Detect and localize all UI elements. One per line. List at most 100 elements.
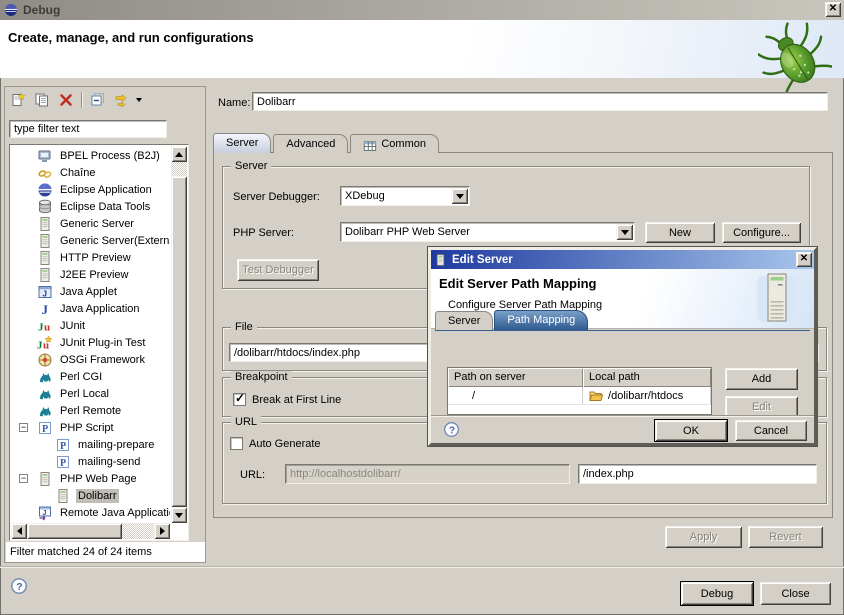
collapse-toggle[interactable]: − — [19, 423, 28, 432]
eclipse-sphere-icon — [37, 182, 53, 198]
server-icon — [55, 488, 71, 504]
tree-item-junit-plug-in-test[interactable]: JUnit Plug-in Test — [11, 334, 170, 351]
delete-configuration-button[interactable] — [55, 90, 77, 110]
php-server-label: PHP Server: — [233, 227, 294, 239]
combo-dropdown-icon[interactable] — [616, 224, 633, 240]
server-icon — [37, 471, 53, 487]
apply-button[interactable]: Apply — [665, 526, 742, 548]
vscroll-thumb[interactable] — [171, 176, 187, 507]
scroll-up-button[interactable] — [171, 146, 187, 162]
configure-server-button[interactable]: Configure... — [722, 222, 801, 243]
tree-item-label: Generic Server(External La — [58, 234, 170, 248]
tree-item-mailing-send[interactable]: mailing-send — [11, 453, 170, 470]
tree-item-generic-server-external-la[interactable]: Generic Server(External La — [11, 232, 170, 249]
tree-item-dolibarr[interactable]: Dolibarr — [11, 487, 170, 504]
hscroll-thumb[interactable] — [27, 523, 122, 539]
tree-item-php-web-page[interactable]: −PHP Web Page — [11, 470, 170, 487]
tree-item-mailing-prepare[interactable]: mailing-prepare — [11, 436, 170, 453]
tree-item-perl-remote[interactable]: Perl Remote — [11, 402, 170, 419]
path-mapping-table[interactable]: Path on server Local path / /dolibarr/ht… — [447, 367, 712, 415]
close-button[interactable]: Close — [760, 582, 831, 605]
tree-item-java-applet[interactable]: Java Applet — [11, 283, 170, 300]
configuration-name-input[interactable] — [252, 92, 828, 111]
duplicate-configuration-button[interactable] — [31, 90, 53, 110]
tree-item-junit[interactable]: JUnit — [11, 317, 170, 334]
column-local-path[interactable]: Local path — [583, 368, 711, 387]
window-close-button[interactable]: ✕ — [825, 2, 841, 17]
break-first-line-checkbox[interactable] — [233, 393, 246, 406]
tab-server[interactable]: Server — [213, 133, 271, 153]
window-title: Debug — [23, 3, 60, 17]
window-titlebar[interactable]: Debug ✕ — [0, 0, 844, 20]
tree-item-perl-local[interactable]: Perl Local — [11, 385, 170, 402]
breakpoint-group-legend: Breakpoint — [231, 371, 292, 383]
filter-menu-arrow[interactable] — [133, 90, 145, 110]
applet-icon — [37, 284, 53, 300]
scroll-down-button[interactable] — [171, 507, 187, 523]
filter-button[interactable] — [111, 90, 133, 110]
tree-item-label: Perl CGI — [58, 370, 104, 384]
add-mapping-button[interactable]: Add — [725, 368, 798, 390]
tab-common[interactable]: Common — [350, 134, 439, 153]
url-path-input[interactable] — [578, 464, 817, 484]
filter-status-bar: Filter matched 24 of 24 items — [6, 542, 205, 562]
collapse-all-button[interactable] — [87, 90, 109, 110]
configurations-panel: BPEL Process (B2J) Chaîne Eclipse Applicat… — [4, 86, 206, 563]
tree-item-generic-server[interactable]: Generic Server — [11, 215, 170, 232]
edit-server-titlebar[interactable]: Edit Server ✕ — [431, 250, 814, 269]
toolbar-separator — [81, 92, 82, 108]
tree-item-label: JUnit Plug-in Test — [58, 336, 147, 350]
tree-item-label: Remote Java Application — [58, 506, 170, 520]
scroll-left-button[interactable] — [11, 523, 27, 539]
duplicate-icon — [34, 92, 50, 108]
cancel-button[interactable]: Cancel — [735, 420, 807, 441]
tab-advanced[interactable]: Advanced — [273, 134, 348, 153]
tree-item-label: Eclipse Application — [58, 183, 154, 197]
auto-generate-checkbox[interactable] — [230, 437, 243, 450]
collapse-all-icon — [90, 92, 106, 108]
ok-button[interactable]: OK — [655, 420, 727, 441]
tree-item-eclipse-application[interactable]: Eclipse Application — [11, 181, 170, 198]
tree-item-perl-cgi[interactable]: Perl CGI — [11, 368, 170, 385]
tree-item-php-script[interactable]: −PHP Script — [11, 419, 170, 436]
help-icon[interactable] — [10, 577, 28, 595]
database-icon — [37, 199, 53, 215]
column-path-on-server[interactable]: Path on server — [448, 368, 583, 387]
tree-vscrollbar[interactable] — [171, 146, 187, 523]
table-row[interactable]: / /dolibarr/htdocs — [448, 387, 711, 405]
tree-item-cha-ne[interactable]: Chaîne — [11, 164, 170, 181]
tab-path-mapping[interactable]: Path Mapping — [494, 310, 588, 330]
tree-item-java-application[interactable]: Java Application — [11, 300, 170, 317]
break-first-line-label: Break at First Line — [252, 394, 341, 406]
tree-item-osgi-framework[interactable]: OSGi Framework — [11, 351, 170, 368]
edit-server-buttonbar: OK Cancel — [431, 415, 814, 443]
tree-item-j2ee-preview[interactable]: J2EE Preview — [11, 266, 170, 283]
server-icon — [37, 233, 53, 249]
perl-camel-icon — [37, 369, 53, 385]
dialog-help-icon[interactable] — [443, 421, 460, 438]
tree-hscrollbar[interactable] — [11, 523, 170, 539]
tree-item-label: Java Application — [58, 302, 142, 316]
edit-server-close-button[interactable]: ✕ — [796, 252, 812, 267]
combo-dropdown-icon[interactable] — [451, 188, 468, 204]
tree-item-label: HTTP Preview — [58, 251, 133, 265]
new-configuration-button[interactable] — [7, 90, 29, 110]
php-server-combo[interactable]: Dolibarr PHP Web Server — [340, 222, 635, 242]
debug-button[interactable]: Debug — [681, 582, 753, 605]
tab-server-settings[interactable]: Server — [435, 311, 493, 330]
config-tree: BPEL Process (B2J) Chaîne Eclipse Applicat… — [11, 147, 170, 522]
filter-input[interactable] — [9, 120, 167, 138]
new-server-button[interactable]: New — [645, 222, 715, 243]
tree-item-remote-java-application[interactable]: Remote Java Application — [11, 504, 170, 521]
tree-item-bpel-process-b2j[interactable]: BPEL Process (B2J) — [11, 147, 170, 164]
test-debugger-button[interactable]: Test Debugger — [237, 259, 319, 281]
revert-button[interactable]: Revert — [748, 526, 823, 548]
collapse-toggle[interactable]: − — [19, 474, 28, 483]
server-icon — [37, 216, 53, 232]
tree-item-http-preview[interactable]: HTTP Preview — [11, 249, 170, 266]
tree-item-label: Chaîne — [58, 166, 97, 180]
scroll-right-button[interactable] — [154, 523, 170, 539]
server-icon — [37, 250, 53, 266]
tree-item-eclipse-data-tools[interactable]: Eclipse Data Tools — [11, 198, 170, 215]
server-debugger-combo[interactable]: XDebug — [340, 186, 470, 206]
